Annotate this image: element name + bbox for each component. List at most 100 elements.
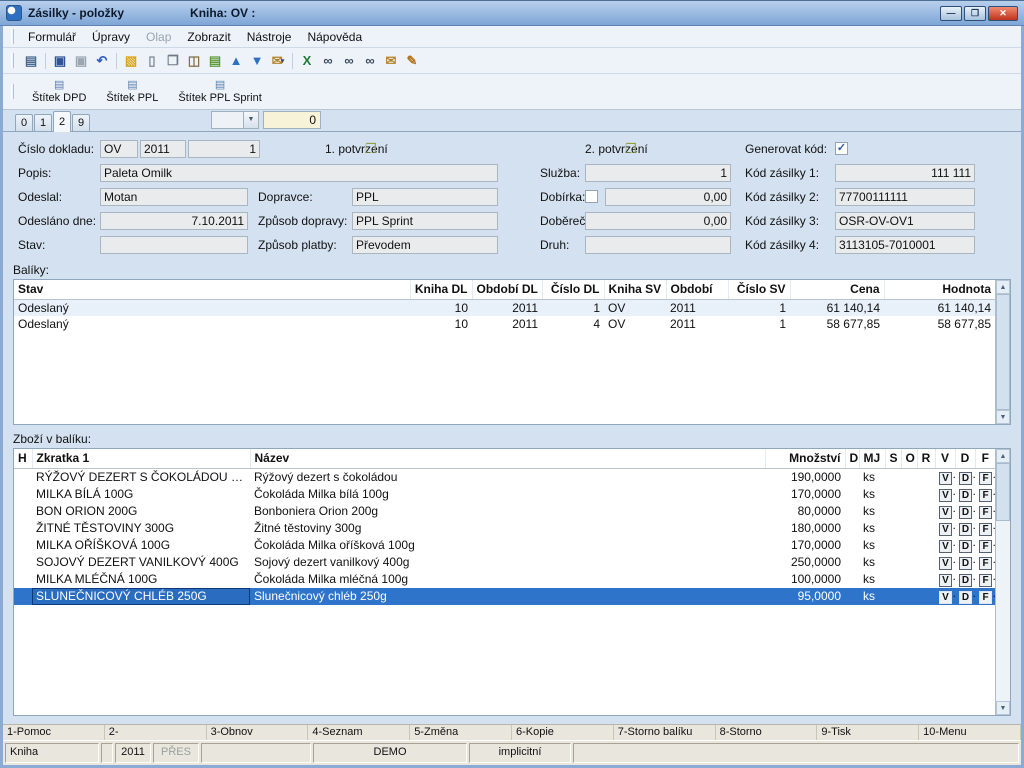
table-row[interactable]: Odeslaný1020114OV2011158 677,8558 677,85	[14, 316, 995, 332]
column-header[interactable]: S	[885, 449, 901, 468]
close-button[interactable]: ✕	[988, 6, 1018, 21]
flag-f-button[interactable]: F	[979, 574, 992, 587]
flag-f-button[interactable]: F	[979, 591, 992, 604]
kod-zasilky-3-field[interactable]: OSR-OV-OV1	[835, 212, 975, 230]
doklad-year-field[interactable]: 2011	[140, 140, 186, 158]
column-header[interactable]: Množství	[765, 449, 845, 468]
scroll-down-icon[interactable]: ▼	[996, 410, 1010, 424]
flag-v-button[interactable]: V	[939, 506, 952, 519]
table-row[interactable]: Odeslaný1020111OV2011161 140,1461 140,14	[14, 299, 995, 316]
scroll-up-icon[interactable]: ▲	[996, 280, 1010, 294]
confirm2-stamp-icon[interactable]: ❐	[625, 141, 641, 157]
flag-f-button[interactable]: F	[979, 523, 992, 536]
flag-v-button[interactable]: V	[939, 523, 952, 536]
stitek-dpd-button[interactable]: ▤Štítek DPD	[24, 76, 94, 108]
flag-d-button[interactable]: D	[959, 540, 972, 553]
flag-v-button[interactable]: V	[939, 574, 952, 587]
title-bar[interactable]: Zásilky - položky Kniha: OV : — ❐ ✕	[0, 0, 1024, 26]
fnkey-1[interactable]: 1-Pomoc	[3, 725, 105, 740]
toolbar-grip[interactable]	[11, 53, 14, 68]
minimize-button[interactable]: —	[940, 6, 962, 21]
copy-icon[interactable]: ❐	[163, 51, 183, 71]
column-header[interactable]: MJ	[859, 449, 885, 468]
open-folder-icon[interactable]: ▧	[121, 51, 141, 71]
flag-v-button[interactable]: V	[939, 557, 952, 570]
flag-d-button[interactable]: D	[959, 574, 972, 587]
new-document-icon[interactable]: ▯	[142, 51, 162, 71]
scroll-track[interactable]	[996, 294, 1010, 410]
table-row[interactable]: RÝŽOVÝ DEZERT S ČOKOLÁDOU 400GRýžový dez…	[14, 468, 995, 486]
flag-f-button[interactable]: F	[979, 472, 992, 485]
zbozi-scrollbar[interactable]: ▲ ▼	[995, 449, 1010, 715]
fnkey-9[interactable]: 9-Tisk	[817, 725, 919, 740]
kod-zasilky-1-field[interactable]: 111 111	[835, 164, 975, 182]
catalog-icon[interactable]: ▤	[205, 51, 225, 71]
column-header[interactable]: Stav	[14, 280, 410, 299]
stitek-ppl-sprint-button[interactable]: ▤Štítek PPL Sprint	[170, 76, 269, 108]
edit-icon[interactable]: ✎	[402, 51, 422, 71]
paste-icon[interactable]: ◫	[184, 51, 204, 71]
send-mail-dropdown-icon[interactable]: ✉▾	[268, 51, 288, 71]
flag-d-button[interactable]: D	[959, 523, 972, 536]
doberecne-field[interactable]: 0,00	[585, 212, 731, 230]
table-row[interactable]: MILKA OŘÍŠKOVÁ 100GČokoláda Milka oříško…	[14, 537, 995, 554]
table-row[interactable]: MILKA BÍLÁ 100GČokoláda Milka bílá 100g1…	[14, 486, 995, 503]
column-header[interactable]: F	[975, 449, 995, 468]
menu-nastroje[interactable]: Nástroje	[239, 28, 300, 46]
counter-field[interactable]: 0	[263, 111, 321, 129]
dobirka-field[interactable]: 0,00	[605, 188, 731, 206]
column-header[interactable]: D	[845, 449, 859, 468]
column-header[interactable]: Kniha SV	[604, 280, 666, 299]
flag-v-button[interactable]: V	[939, 489, 952, 502]
fnkey-10[interactable]: 10-Menu	[919, 725, 1021, 740]
flag-v-button[interactable]: V	[939, 472, 952, 485]
zpusob-dopravy-field[interactable]: PPL Sprint	[352, 212, 498, 230]
menu-napoveda[interactable]: Nápověda	[299, 28, 370, 46]
export-excel-icon[interactable]: X	[297, 51, 317, 71]
table-row[interactable]: BON ORION 200GBonboniera Orion 200g80,00…	[14, 503, 995, 520]
move-up-icon[interactable]: ▲	[226, 51, 246, 71]
move-down-icon[interactable]: ▼	[247, 51, 267, 71]
menubar-grip[interactable]	[11, 29, 14, 44]
filter-combobox[interactable]: ▼	[211, 111, 259, 129]
druh-field[interactable]	[585, 236, 731, 254]
find-icon[interactable]: ∞	[318, 51, 338, 71]
scroll-down-icon[interactable]: ▼	[996, 701, 1010, 715]
mail-icon[interactable]: ✉	[381, 51, 401, 71]
items-icon[interactable]: ▤	[21, 51, 41, 71]
maximize-button[interactable]: ❐	[964, 6, 986, 21]
flag-v-button[interactable]: V	[939, 540, 952, 553]
generovat-kod-checkbox[interactable]: ✓	[835, 142, 848, 155]
column-header[interactable]: Období DL	[472, 280, 542, 299]
scroll-track[interactable]	[996, 463, 1010, 701]
chevron-down-icon[interactable]: ▼	[243, 112, 258, 128]
scroll-thumb[interactable]	[996, 294, 1010, 410]
fnkey-4[interactable]: 4-Seznam	[308, 725, 410, 740]
fnkey-5[interactable]: 5-Změna	[410, 725, 512, 740]
menu-upravy[interactable]: Úpravy	[84, 28, 138, 46]
column-header[interactable]: Zkratka 1	[32, 449, 250, 468]
flag-d-button[interactable]: D	[959, 557, 972, 570]
column-header[interactable]: Období	[666, 280, 728, 299]
fnkey-7[interactable]: 7-Storno balíku	[614, 725, 716, 740]
doklad-book-field[interactable]: OV	[100, 140, 138, 158]
odeslano-field[interactable]: 7.10.2011	[100, 212, 248, 230]
fnkey-8[interactable]: 8-Storno	[716, 725, 818, 740]
column-header[interactable]: H	[14, 449, 32, 468]
tab-2[interactable]: 2	[53, 111, 71, 132]
column-header[interactable]: Číslo SV	[728, 280, 790, 299]
flag-f-button[interactable]: F	[979, 506, 992, 519]
baliky-scrollbar[interactable]: ▲ ▼	[995, 280, 1010, 424]
column-header[interactable]: Cena	[790, 280, 884, 299]
confirm1-stamp-icon[interactable]: ❐	[365, 141, 381, 157]
dopravce-field[interactable]: PPL	[352, 188, 498, 206]
fnkey-3[interactable]: 3-Obnov	[207, 725, 309, 740]
zpusob-platby-field[interactable]: Převodem	[352, 236, 498, 254]
tab-0[interactable]: 0	[15, 114, 33, 131]
doklad-number-field[interactable]: 1	[188, 140, 260, 158]
popis-field[interactable]: Paleta Omilk	[100, 164, 498, 182]
kod-zasilky-4-field[interactable]: 3113105-7010001	[835, 236, 975, 254]
flag-d-button[interactable]: D	[959, 472, 972, 485]
column-header[interactable]: Kniha DL	[410, 280, 472, 299]
table-row[interactable]: SLUNEČNICOVÝ CHLÉB 250GSlunečnicový chlé…	[14, 588, 995, 605]
